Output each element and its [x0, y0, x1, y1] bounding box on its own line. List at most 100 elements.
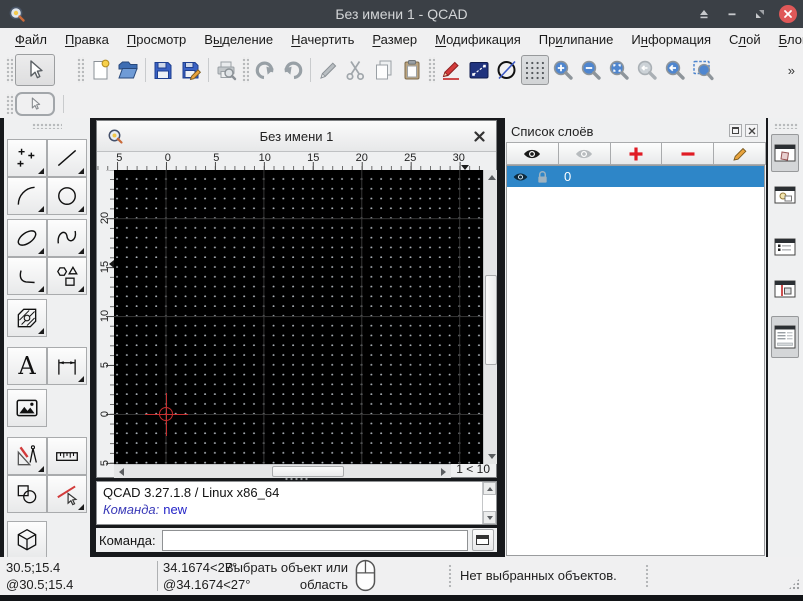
vertical-scroll-thumb[interactable]	[485, 275, 497, 365]
scroll-left-arrow[interactable]	[119, 468, 124, 476]
hide-all-layers-button[interactable]	[558, 142, 611, 165]
menu-item[interactable]: Правка	[56, 30, 118, 49]
text-tool-button[interactable]: A	[7, 347, 47, 385]
toolbar-drag-handle[interactable]	[242, 57, 249, 83]
horizontal-scrollbar[interactable]	[114, 464, 451, 478]
paste-button[interactable]	[398, 55, 426, 85]
circle-tool-button[interactable]	[47, 177, 87, 215]
layer-lock-icon[interactable]	[536, 170, 549, 184]
shape-tool-button[interactable]	[47, 257, 87, 295]
command-history[interactable]: QCAD 3.27.1.8 / Linux x86_64 Команда:new	[96, 481, 497, 525]
zoom-in-button[interactable]	[549, 55, 577, 85]
toolbar-overflow-chevron[interactable]: »	[780, 63, 803, 78]
menu-item[interactable]: Прилипание	[530, 30, 623, 49]
layer-visible-icon[interactable]	[512, 171, 529, 183]
modify-tool-button[interactable]	[47, 475, 87, 513]
new-file-button[interactable]	[86, 55, 114, 85]
scroll-right-arrow[interactable]	[441, 468, 446, 476]
scroll-down-button[interactable]	[483, 511, 496, 524]
toolbar-drag-handle[interactable]	[77, 57, 84, 83]
selection-tool-button[interactable]	[15, 54, 55, 86]
layer-list-toggle-button[interactable]	[771, 134, 799, 172]
drawing-canvas[interactable]	[114, 170, 483, 464]
remove-layer-button[interactable]	[661, 142, 714, 165]
zoom-auto-button[interactable]	[605, 55, 633, 85]
menu-item[interactable]: Выделение	[195, 30, 282, 49]
menu-item[interactable]: Просмотр	[118, 30, 195, 49]
measure-tool-button[interactable]	[47, 437, 87, 475]
scroll-up-arrow[interactable]	[488, 175, 496, 180]
menu-item[interactable]: Информация	[622, 30, 720, 49]
layer-list[interactable]: 0	[506, 165, 765, 556]
print-preview-button[interactable]	[212, 55, 240, 85]
close-button[interactable]	[779, 5, 797, 23]
history-scrollbar[interactable]	[482, 482, 496, 524]
hatch-tool-button[interactable]	[7, 299, 47, 337]
zoom-window-button[interactable]	[689, 55, 717, 85]
resize-grip[interactable]	[788, 578, 800, 590]
block-list-toggle-button[interactable]	[771, 176, 799, 214]
library-browser-toggle-button[interactable]	[771, 228, 799, 266]
toolbar-drag-handle[interactable]	[6, 94, 13, 114]
drawing-titlebar[interactable]: Без имени 1	[97, 121, 496, 152]
toggle-command-window-button[interactable]	[472, 529, 494, 551]
zoom-out-button[interactable]	[577, 55, 605, 85]
edit-pencil-button[interactable]	[314, 55, 342, 85]
spline-tool-button[interactable]	[47, 219, 87, 257]
show-all-layers-button[interactable]	[506, 142, 559, 165]
polyline-tool-button[interactable]	[7, 257, 47, 295]
menu-item[interactable]: Размер	[363, 30, 426, 49]
solid-tool-button[interactable]	[7, 521, 47, 557]
shade-button[interactable]	[695, 5, 713, 23]
menu-item[interactable]: Блок	[770, 30, 803, 49]
save-as-button[interactable]	[177, 55, 205, 85]
title-bar[interactable]: Без имени 1 - QCAD	[0, 0, 803, 28]
menu-item[interactable]: Модификация	[426, 30, 530, 49]
close-panel-button[interactable]	[745, 124, 758, 137]
cut-button[interactable]	[342, 55, 370, 85]
menu-item[interactable]: Файл	[6, 30, 56, 49]
grid-toggle-button[interactable]	[521, 55, 549, 85]
scroll-up-button[interactable]	[483, 482, 496, 495]
minimize-button[interactable]	[723, 5, 741, 23]
block-tool-button[interactable]	[7, 475, 47, 513]
edit-layer-button[interactable]	[713, 142, 766, 165]
vertical-scrollbar[interactable]	[483, 170, 497, 464]
dock-drag-handle[interactable]	[774, 123, 798, 129]
layer-row[interactable]: 0	[507, 166, 764, 187]
panel-drag-handle[interactable]	[32, 123, 62, 129]
drawing-close-button[interactable]	[472, 129, 486, 143]
draw-settings-button[interactable]	[7, 437, 47, 475]
zoom-previous-button[interactable]	[633, 55, 661, 85]
cad-line-button[interactable]	[465, 55, 493, 85]
draw-pencil-button[interactable]	[437, 55, 465, 85]
ruler-icon	[54, 443, 80, 469]
copy-button[interactable]	[370, 55, 398, 85]
horizontal-scroll-thumb[interactable]	[272, 466, 344, 477]
maximize-button[interactable]	[751, 5, 769, 23]
save-button[interactable]	[149, 55, 177, 85]
restrict-off-button[interactable]	[493, 55, 521, 85]
float-panel-button[interactable]	[729, 124, 742, 137]
redo-button[interactable]	[279, 55, 307, 85]
property-editor-toggle-button[interactable]	[771, 316, 799, 358]
line-tool-button[interactable]	[47, 139, 87, 177]
image-tool-button[interactable]	[7, 389, 47, 427]
undo-button[interactable]	[251, 55, 279, 85]
zoom-back-button[interactable]	[661, 55, 689, 85]
point-tool-button[interactable]	[7, 139, 47, 177]
dimension-tool-button[interactable]	[47, 347, 87, 385]
polyline-tool-icon	[14, 263, 40, 289]
selection-filter-toggle-button[interactable]	[771, 270, 799, 308]
ellipse-tool-button[interactable]	[7, 219, 47, 257]
toolbar-drag-handle[interactable]	[6, 57, 13, 83]
command-input[interactable]	[162, 530, 468, 551]
scroll-down-arrow[interactable]	[488, 454, 496, 459]
toolbar-drag-handle[interactable]	[428, 57, 435, 83]
open-file-button[interactable]	[114, 55, 142, 85]
selection-pointer-button[interactable]	[15, 92, 55, 116]
menu-item[interactable]: Слой	[720, 30, 770, 49]
arc-tool-button[interactable]	[7, 177, 47, 215]
menu-item[interactable]: Начертить	[282, 30, 363, 49]
add-layer-button[interactable]	[610, 142, 663, 165]
